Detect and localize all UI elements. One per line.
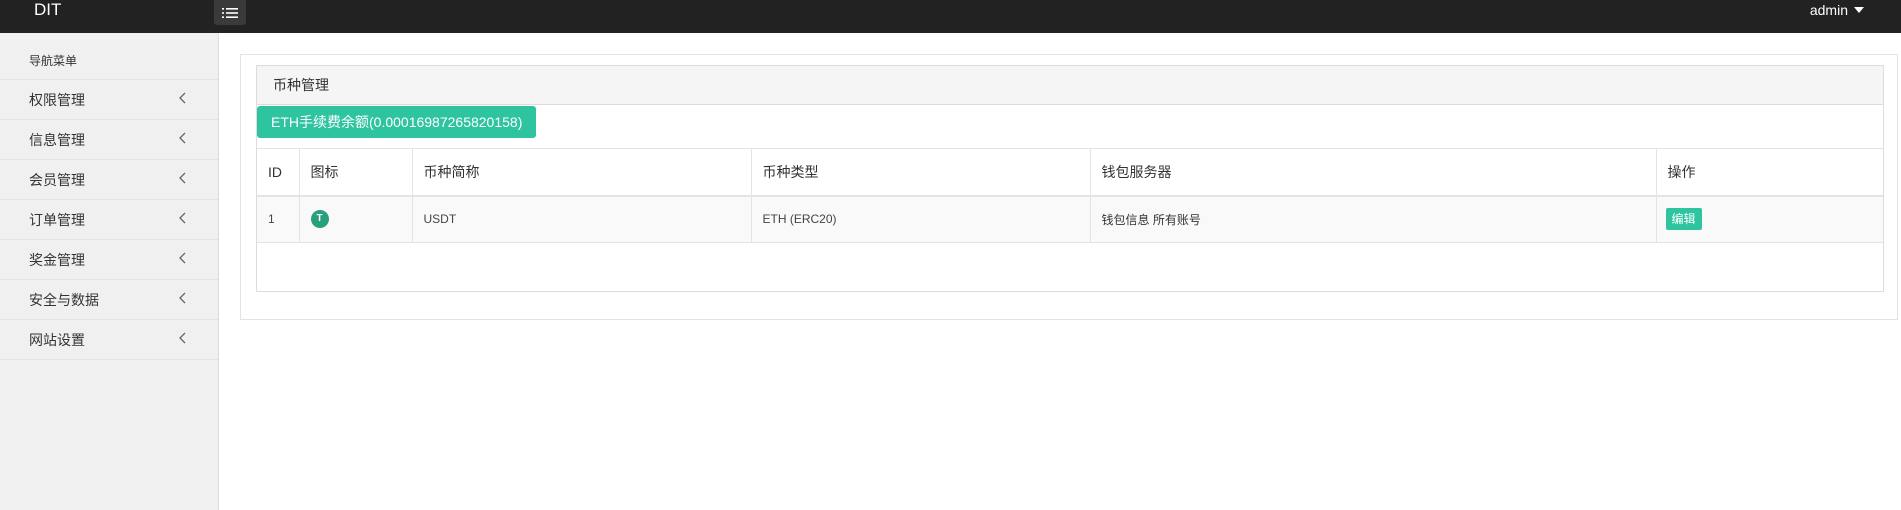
- user-name: admin: [1809, 2, 1848, 18]
- sidebar-item-label: 奖金管理: [29, 252, 85, 268]
- chevron-left-icon: [179, 212, 186, 224]
- sidebar-item-label: 权限管理: [29, 92, 85, 108]
- all-accounts-link[interactable]: 所有账号: [1153, 213, 1201, 227]
- wallet-info-link[interactable]: 钱包信息: [1102, 213, 1150, 227]
- sidebar-item-bonus[interactable]: 奖金管理: [0, 240, 218, 280]
- sidebar-item-label: 信息管理: [29, 132, 85, 148]
- column-header-type: 币种类型: [751, 148, 1091, 197]
- chevron-left-icon: [179, 92, 186, 104]
- content-panel: 币种管理 ETH手续费余额(0.00016987265820158) ID 图标…: [240, 54, 1898, 320]
- sidebar-item-label: 订单管理: [29, 212, 85, 228]
- chevron-left-icon: [179, 292, 186, 304]
- sidebar-item-members[interactable]: 会员管理: [0, 160, 218, 200]
- chevron-left-icon: [179, 172, 186, 184]
- sidebar-item-permissions[interactable]: 权限管理: [0, 80, 218, 120]
- column-header-action: 操作: [1656, 148, 1883, 197]
- chevron-left-icon: [179, 132, 186, 144]
- user-menu[interactable]: admin: [1810, 0, 1864, 20]
- brand-logo[interactable]: DIT: [34, 0, 61, 20]
- column-header-short-name: 币种简称: [412, 148, 752, 197]
- cell-action: 编辑: [1656, 195, 1883, 243]
- panel-title: 币种管理: [257, 66, 1883, 105]
- cell-short-name: USDT: [412, 195, 752, 243]
- cell-type: ETH (ERC20): [751, 195, 1091, 243]
- sidebar-item-label: 会员管理: [29, 172, 85, 188]
- eth-fee-balance-button[interactable]: ETH手续费余额(0.00016987265820158): [257, 106, 537, 138]
- tether-icon: T: [310, 210, 329, 229]
- list-menu-icon: [222, 7, 238, 18]
- cell-wallet: 钱包信息 所有账号: [1090, 195, 1657, 243]
- sidebar-item-orders[interactable]: 订单管理: [0, 200, 218, 240]
- sidebar-title: 导航菜单: [0, 33, 218, 80]
- column-header-wallet: 钱包服务器: [1090, 148, 1657, 197]
- sidebar-item-label: 网站设置: [29, 332, 85, 348]
- caret-down-icon: [1854, 7, 1864, 14]
- edit-button[interactable]: 编辑: [1665, 208, 1702, 231]
- sidebar-item-site-settings[interactable]: 网站设置: [0, 320, 218, 360]
- table-header-row: ID 图标 币种简称 币种类型 钱包服务器 操作: [257, 148, 1883, 197]
- cell-id: 1: [257, 195, 300, 243]
- sidebar-item-security[interactable]: 安全与数据: [0, 280, 218, 320]
- sidebar-item-label: 安全与数据: [29, 292, 99, 308]
- top-navbar: DIT admin: [0, 0, 1901, 33]
- chevron-left-icon: [179, 332, 186, 344]
- chevron-left-icon: [179, 252, 186, 264]
- cell-icon: T: [299, 195, 413, 243]
- sidebar: 导航菜单 权限管理 信息管理 会员管理 订单管理 奖金管理 安全与数据 网站设置: [0, 33, 219, 510]
- sidebar-item-information[interactable]: 信息管理: [0, 120, 218, 160]
- column-header-icon: 图标: [299, 148, 413, 197]
- coin-table: ID 图标 币种简称 币种类型 钱包服务器 操作 1 T USDT ETH (E…: [257, 148, 1883, 243]
- column-header-id: ID: [257, 148, 300, 197]
- menu-toggle-button[interactable]: [214, 0, 246, 25]
- coin-management-panel: 币种管理 ETH手续费余额(0.00016987265820158) ID 图标…: [256, 65, 1884, 292]
- table-row: 1 T USDT ETH (ERC20) 钱包信息 所有账号 编辑: [257, 195, 1883, 243]
